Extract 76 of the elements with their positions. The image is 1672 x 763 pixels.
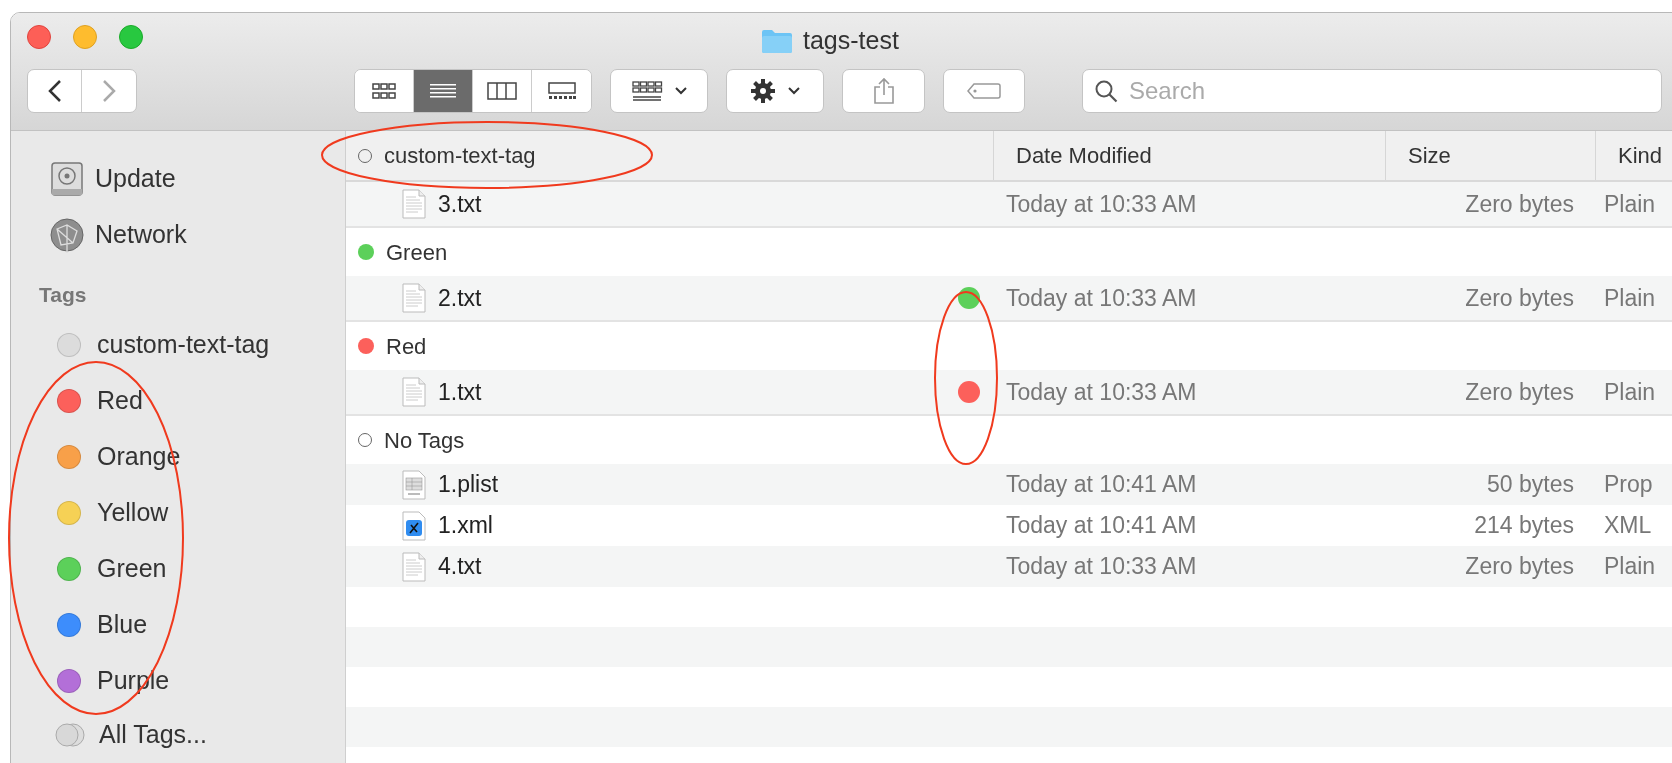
- size-cell-text: Zero bytes: [1464, 377, 1574, 407]
- size-cell-text: Zero bytes: [1464, 552, 1574, 582]
- file-name: 1.xml: [438, 511, 494, 541]
- chevron-right-icon: [102, 79, 116, 103]
- folder-icon: [761, 27, 793, 54]
- plist-file-icon: [402, 469, 426, 500]
- group-label: Red: [386, 332, 427, 361]
- size-cell-text: Zero bytes: [1464, 189, 1574, 219]
- file-name: 1.txt: [438, 377, 483, 407]
- date-cell-text: Today at 10:33 AM: [1005, 189, 1198, 219]
- view-mode-button[interactable]: [414, 70, 473, 112]
- sidebar-item[interactable]: Network: [49, 207, 345, 263]
- date-cell-text: Today at 10:33 AM: [1005, 377, 1198, 407]
- column-header[interactable]: Date Modified: [994, 131, 1386, 180]
- kind-cell-text: XML: [1603, 511, 1652, 541]
- zoom-button[interactable]: [119, 25, 143, 49]
- size-cell-text: Zero bytes: [1464, 283, 1574, 313]
- file-name: 1.plist: [438, 470, 500, 500]
- gear-icon: [750, 78, 776, 104]
- share-icon: [872, 77, 895, 105]
- icon-view-icon: [371, 82, 397, 100]
- hard-drive-icon: [49, 161, 85, 197]
- search-icon: [1094, 79, 1118, 103]
- tag-icon: [966, 82, 1002, 100]
- group-label: Green: [386, 238, 448, 267]
- kind-cell-text: Plain: [1603, 283, 1656, 313]
- column-header[interactable]: Size: [1386, 131, 1596, 180]
- file-row[interactable]: 4.txt Today at 10:33 AM Zero bytes Plain: [346, 546, 1672, 587]
- sidebar-tag-item[interactable]: Red: [49, 372, 345, 429]
- tags-icon: [55, 721, 85, 748]
- action-button[interactable]: [726, 69, 824, 113]
- view-mode-button[interactable]: [355, 70, 414, 112]
- sidebar-tag-item[interactable]: Green: [49, 540, 345, 597]
- file-name: 3.txt: [438, 189, 483, 219]
- text-file-icon: [402, 189, 426, 219]
- size-cell-text: 214 bytes: [1473, 511, 1574, 541]
- kind-cell-text: Plain: [1603, 377, 1656, 407]
- column-header[interactable]: Kind: [1596, 131, 1672, 180]
- text-file-icon: [402, 551, 426, 582]
- date-cell-text: Today at 10:41 AM: [1005, 470, 1198, 500]
- date-cell-text: Today at 10:33 AM: [1005, 283, 1198, 313]
- file-row[interactable]: 1.txt Today at 10:33 AM Zero bytes Plain: [346, 370, 1672, 414]
- grid-icon: [631, 80, 663, 102]
- file-row[interactable]: 1.plist Today at 10:41 AM 50 bytes Prop: [346, 464, 1672, 505]
- file-row[interactable]: 2.txt Today at 10:33 AM Zero bytes Plain: [346, 276, 1672, 320]
- column-view-icon: [487, 82, 517, 100]
- group-label: custom-text-tag: [384, 142, 536, 170]
- text-file-icon: [402, 283, 426, 313]
- sidebar-tag-item[interactable]: custom-text-tag: [49, 316, 345, 373]
- file-name: 2.txt: [438, 283, 483, 313]
- file-name: 4.txt: [438, 552, 483, 582]
- file-row[interactable]: 3.txt Today at 10:33 AM Zero bytes Plain: [346, 182, 1672, 226]
- text-file-icon: [402, 377, 426, 407]
- date-cell-text: Today at 10:33 AM: [1005, 552, 1198, 582]
- gallery-view-icon: [546, 82, 577, 100]
- sidebar-section-heading: Tags: [39, 282, 88, 308]
- close-button[interactable]: [27, 25, 51, 49]
- window-title: tags-test: [803, 25, 899, 56]
- kind-cell-text: Prop: [1603, 470, 1653, 500]
- kind-cell-text: Plain: [1603, 189, 1656, 219]
- sidebar-item[interactable]: Update: [49, 151, 345, 207]
- caret-icon: [675, 87, 687, 95]
- group-by-button[interactable]: [610, 69, 708, 113]
- xml-file-icon: [402, 510, 426, 541]
- globe-icon: [49, 217, 85, 253]
- list-view-icon: [429, 82, 457, 100]
- group-label: No Tags: [384, 426, 465, 455]
- sidebar-tag-item[interactable]: Blue: [49, 596, 345, 653]
- all-tags-item[interactable]: All Tags...: [49, 708, 345, 761]
- chevron-left-icon: [47, 79, 62, 103]
- kind-cell-text: Plain: [1603, 552, 1656, 582]
- sidebar-tag-item[interactable]: Yellow: [49, 484, 345, 541]
- size-cell-text: 50 bytes: [1486, 470, 1574, 500]
- date-cell-text: Today at 10:41 AM: [1005, 511, 1198, 541]
- search-field[interactable]: Search: [1082, 69, 1662, 113]
- caret-icon: [788, 87, 800, 95]
